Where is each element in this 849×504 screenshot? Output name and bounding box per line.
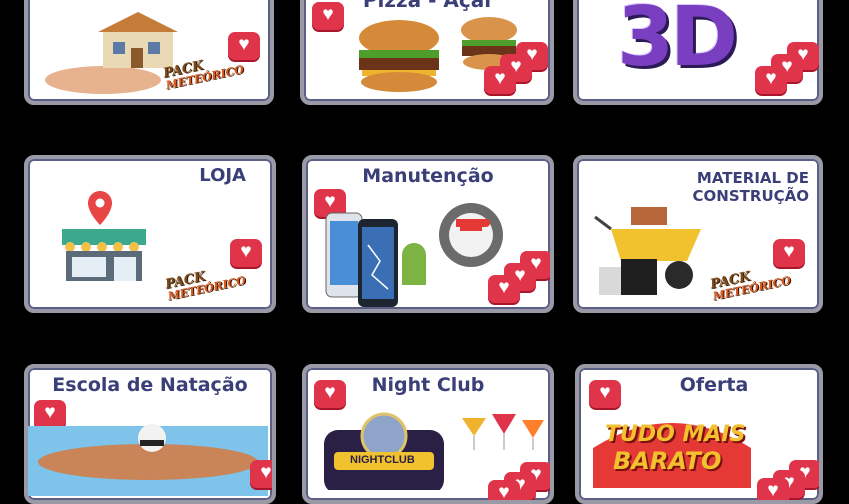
card-title: Oferta [679,374,749,396]
heart-icon [773,239,805,267]
heart-icon [314,380,346,408]
phone-icon [325,212,426,307]
heart-icon [484,66,516,94]
card-oferta[interactable]: Oferta TUDO MAIS BARATO [575,364,823,504]
card-escola-natacao[interactable]: Escola de Natação [24,364,276,504]
technician-icon [439,203,503,267]
night-club-sign: NIGHTCLUB [350,454,415,466]
heart-icon [312,2,344,30]
3d-text-icon: 3D [617,0,738,85]
card-material-construcao[interactable]: MATERIAL DE CONSTRUÇÃO PACK METEÓRICO [573,155,823,313]
heart-icon [488,480,520,500]
card-loja[interactable]: LOJA PACK METEÓRICO [24,155,276,313]
heart-icon [230,239,262,267]
heart-icon [755,66,787,94]
wheelbarrow-icon [594,207,701,295]
heart-icon [589,380,621,408]
pack-meteorico-logo: PACK METEÓRICO [708,269,792,303]
heart-icon [757,478,789,500]
card-imobiliaria[interactable]: PACK METEÓRICO [24,0,274,105]
heart-icon [250,460,272,488]
card-3d[interactable]: 3D [573,0,823,105]
pack-meteorico-logo: PACK METEÓRICO [163,269,247,303]
card-title: Escola de Natação [52,374,248,396]
card-night-club[interactable]: Night Club NIGHTCLUB [302,364,554,504]
swimmer-icon [28,424,268,496]
disco-ball-icon [324,412,444,490]
card-pizza-acai[interactable]: Pizza - Açaí [300,0,554,105]
card-title: Manutenção [362,165,494,187]
store-icon [62,191,146,281]
cocktail-icon [462,414,544,450]
oferta-banner-text: TUDO MAIS BARATO [605,422,746,475]
burger-icon [359,20,439,92]
card-manutencao[interactable]: Manutenção [302,155,554,313]
heart-icon [488,275,520,303]
card-title: LOJA [199,165,246,186]
